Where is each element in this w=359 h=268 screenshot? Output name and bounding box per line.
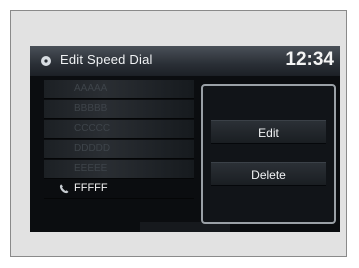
speed-dial-item[interactable]: AAAAA	[44, 80, 194, 99]
speed-dial-item[interactable]: EEEEE	[44, 160, 194, 179]
speed-dial-item-label: FFFFF	[74, 182, 108, 194]
edit-button[interactable]: Edit	[211, 120, 326, 144]
phone-icon	[59, 184, 69, 194]
speed-dial-item-selected[interactable]: FFFFF	[44, 180, 194, 199]
speed-dial-item-label: AAAAA	[74, 83, 108, 94]
options-popup: Edit Delete	[201, 84, 336, 224]
speed-dial-item-label: DDDDD	[74, 143, 111, 154]
speed-dial-item[interactable]: DDDDD	[44, 140, 194, 159]
speed-dial-list: AAAAA BBBBB CCCCC DDDDD EEEEE FFFFF	[44, 80, 194, 200]
speed-dial-item-label: BBBBB	[74, 103, 108, 114]
disc-icon	[41, 56, 51, 66]
speed-dial-item-label: EEEEE	[74, 163, 108, 174]
clock: 12:34	[285, 49, 334, 70]
header-bar: Edit Speed Dial 12:34	[30, 46, 340, 76]
display-screen: Edit Speed Dial 12:34 AAAAA BBBBB CCCCC …	[30, 46, 340, 232]
speed-dial-item[interactable]: BBBBB	[44, 100, 194, 119]
screen-title: Edit Speed Dial	[60, 52, 153, 67]
delete-button[interactable]: Delete	[211, 162, 326, 186]
speed-dial-item-label: CCCCC	[74, 123, 111, 134]
speed-dial-item[interactable]: CCCCC	[44, 120, 194, 139]
